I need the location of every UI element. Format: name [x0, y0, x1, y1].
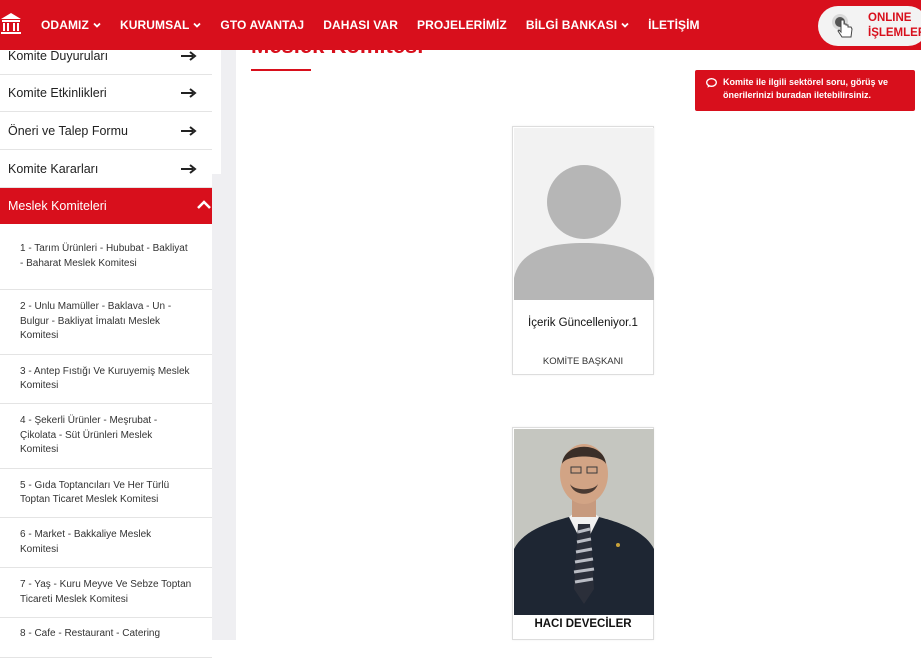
sidebar-gutter [212, 174, 236, 640]
sidebar-item-komite-etkinlikleri[interactable]: Komite Etkinlikleri [0, 75, 212, 112]
sidebar-item-oneri-talep[interactable]: Öneri ve Talep Formu [0, 112, 212, 150]
arrow-right-icon [181, 125, 197, 136]
feedback-notice-text: Komite ile ilgili sektörel soru, görüş v… [723, 77, 889, 100]
feedback-notice-button[interactable]: Komite ile ilgili sektörel soru, görüş v… [695, 70, 915, 111]
nav-item-label: GTO AVANTAJ [220, 18, 305, 32]
sidebar-subitem[interactable]: 8 - Cafe - Restaurant - Catering [0, 618, 212, 658]
sidebar-subitem[interactable]: 1 - Tarım Ürünleri - Hububat - Bakliyat … [0, 224, 212, 290]
hand-pointer-icon [832, 14, 853, 38]
sidebar-subitem-label: 8 - Cafe - Restaurant - Catering [20, 628, 161, 639]
building-logo-icon[interactable] [0, 12, 22, 36]
arrow-right-icon [181, 50, 197, 61]
sidebar-subitem[interactable]: 7 - Yaş - Kuru Meyve Ve Sebze Toptan Tic… [0, 568, 212, 618]
online-islemler-label: ONLINE İŞLEMLER [868, 11, 921, 41]
nav-item-label: BİLGİ BANKASI [525, 18, 618, 32]
nav-item-3[interactable]: DAHASI VAR [323, 18, 398, 32]
nav-item-0[interactable]: ODAMIZ [41, 18, 101, 32]
sidebar-subitem-label: 4 - Şekerli Ürünler - Meşrubat - Çikolat… [20, 415, 158, 456]
nav-item-label: KURUMSAL [119, 18, 190, 32]
sidebar-subitem-label: 6 - Market - Bakkaliye Meslek Komitesi [20, 529, 152, 555]
nav-item-label: İLETİŞİM [648, 18, 700, 32]
sidebar-item-label: Komite Etkinlikleri [8, 86, 107, 100]
nav-item-label: ODAMIZ [41, 18, 89, 32]
sidebar-item-komite-duyurulari[interactable]: Komite Duyuruları [0, 37, 212, 75]
chat-bubble-icon [706, 78, 717, 88]
sidebar-item-label: Meslek Komiteleri [8, 199, 107, 213]
sidebar-subitem[interactable]: 3 - Antep Fıstığı Ve Kuruyemiş Meslek Ko… [0, 355, 212, 404]
nav-item-4[interactable]: PROJELERİMİZ [417, 18, 507, 32]
sidebar-item-label: Komite Duyuruları [8, 48, 109, 63]
sidebar-item-komite-kararlari[interactable]: Komite Kararları [0, 150, 212, 188]
chevron-down-icon [621, 22, 629, 28]
nav-item-5[interactable]: BİLGİ BANKASI [526, 18, 629, 32]
chevron-down-icon [193, 22, 202, 28]
user-silhouette-icon [514, 165, 654, 300]
sidebar-subitem-label: 7 - Yaş - Kuru Meyve Ve Sebze Toptan Tic… [20, 579, 192, 605]
page-title-clip: Meslek Komitesi [251, 50, 423, 60]
sidebar-subitem[interactable]: 2 - Unlu Mamüller - Baklava - Un - Bulgu… [0, 290, 212, 355]
sidebar-subitem[interactable]: 6 - Market - Bakkaliye Meslek Komitesi [0, 518, 212, 568]
online-islemler-button[interactable]: ONLINE İŞLEMLER [818, 6, 921, 46]
sidebar-gutter [221, 50, 236, 174]
online-line-1: ONLINE [868, 12, 912, 24]
nav-item-label: DAHASI VAR [323, 18, 398, 32]
member-name: İçerik Güncelleniyor.1 [528, 317, 638, 329]
online-line-2: İŞLEMLER [868, 27, 921, 39]
member-card[interactable]: HACI DEVECİLER [512, 427, 654, 640]
avatar-placeholder [514, 128, 654, 300]
member-portrait [514, 429, 654, 615]
nav-item-1[interactable]: KURUMSAL [119, 18, 202, 32]
chevron-down-icon [93, 22, 101, 28]
title-underline [251, 69, 311, 71]
member-photo [514, 429, 654, 615]
nav-item-6[interactable]: İLETİŞİM [648, 18, 699, 32]
nav-item-label: PROJELERİMİZ [416, 18, 507, 32]
sidebar-item-label: Komite Kararları [8, 161, 99, 176]
sidebar-subitem-label: 3 - Antep Fıstığı Ve Kuruyemiş Meslek Ko… [20, 365, 190, 392]
member-card[interactable]: İçerik Güncelleniyor.1 KOMİTE BAŞKANI [512, 126, 654, 375]
sidebar-subitem-label: 2 - Unlu Mamüller - Baklava - Un - Bulgu… [20, 301, 172, 342]
arrow-right-icon [181, 88, 197, 98]
sidebar-item-label: Öneri ve Talep Formu [8, 123, 128, 138]
nav-item-2[interactable]: GTO AVANTAJ [220, 18, 304, 32]
sidebar-subitem-label: 1 - Tarım Ürünleri - Hububat - Bakliyat … [20, 243, 188, 269]
sidebar-subitem[interactable]: 4 - Şekerli Ürünler - Meşrubat - Çikolat… [0, 404, 212, 469]
member-role: KOMİTE BAŞKANI [542, 356, 624, 367]
member-name: HACI DEVECİLER [534, 618, 632, 630]
arrow-right-icon [181, 163, 197, 174]
sidebar: Komite Duyuruları Komite Etkinlikleri Ön… [0, 49, 221, 658]
chevron-up-icon [197, 200, 211, 209]
sidebar-subitem-label: 5 - Gıda Toptancıları Ve Her Türlü Topta… [20, 479, 170, 506]
sidebar-subitem[interactable]: 5 - Gıda Toptancıları Ve Her Türlü Topta… [0, 469, 212, 518]
sidebar-item-meslek-komiteleri[interactable]: Meslek Komiteleri [0, 188, 221, 224]
page-title: Meslek Komitesi [251, 50, 423, 59]
